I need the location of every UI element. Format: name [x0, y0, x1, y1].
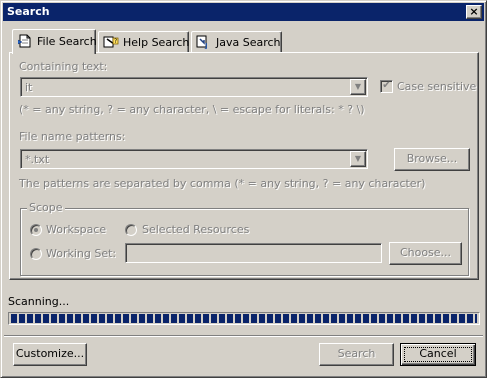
scan-progress-fill: [11, 314, 477, 323]
file-name-patterns-value: *.txt: [25, 153, 50, 166]
scanning-label: Scanning...: [8, 295, 70, 308]
radio-dot-icon: [34, 228, 38, 232]
containing-text-label: Containing text:: [19, 60, 108, 73]
tab-java-search[interactable]: J Java Search: [191, 31, 282, 52]
file-search-panel: Containing text: it ▼ ✔ Case sensitive (…: [9, 52, 479, 280]
containing-text-hint: (* = any string, ? = any character, \ = …: [19, 103, 365, 116]
chevron-down-icon[interactable]: ▼: [350, 151, 366, 167]
working-set-field[interactable]: [125, 243, 382, 263]
check-icon: ✔: [382, 80, 391, 91]
search-button[interactable]: Search: [319, 343, 394, 366]
title-bar[interactable]: Search ×: [3, 3, 484, 21]
tab-help-search-label: Help Search: [123, 36, 190, 49]
case-sensitive-label: Case sensitive: [397, 80, 477, 93]
tab-file-search-label: File Search: [37, 35, 97, 48]
browse-button-label: Browse...: [406, 152, 458, 165]
choose-button[interactable]: Choose...: [389, 242, 462, 265]
choose-button-label: Choose...: [399, 246, 452, 259]
containing-text-combo[interactable]: it ▼: [20, 77, 368, 97]
help-search-icon: ?: [103, 35, 119, 49]
containing-text-value: it: [25, 81, 33, 94]
patterns-hint: The patterns are separated by comma (* =…: [19, 177, 426, 190]
footer-separator: [4, 335, 483, 337]
svg-text:J: J: [204, 42, 208, 49]
tab-java-search-label: Java Search: [216, 36, 281, 49]
cancel-button[interactable]: Cancel: [400, 343, 476, 366]
search-button-label: Search: [337, 347, 376, 360]
close-icon: ×: [469, 5, 479, 18]
focus-ring: [404, 347, 472, 362]
tab-file-search[interactable]: File Search: [12, 29, 97, 54]
browse-button[interactable]: Browse...: [394, 148, 470, 171]
tab-help-search[interactable]: ? Help Search: [98, 31, 189, 52]
file-name-patterns-combo[interactable]: *.txt ▼: [20, 149, 368, 169]
selected-resources-radio[interactable]: [125, 224, 137, 236]
working-set-label: Working Set:: [46, 247, 117, 260]
file-name-patterns-label: File name patterns:: [19, 130, 126, 143]
selected-resources-label: Selected Resources: [142, 223, 250, 236]
working-set-radio[interactable]: [30, 248, 42, 260]
workspace-radio[interactable]: [30, 224, 42, 236]
close-button[interactable]: ×: [466, 5, 482, 19]
search-dialog: Search × File Search ? Help Search J Jav…: [0, 0, 487, 378]
window-title: Search: [7, 5, 50, 18]
scan-progress-bar: [8, 312, 480, 325]
java-search-icon: J: [196, 35, 212, 50]
scope-legend: Scope: [27, 201, 65, 214]
workspace-label: Workspace: [46, 223, 107, 236]
customize-button-label: Customize...: [15, 347, 85, 360]
file-search-icon: [17, 34, 33, 48]
chevron-down-icon[interactable]: ▼: [350, 79, 366, 95]
case-sensitive-checkbox[interactable]: ✔: [380, 80, 393, 93]
customize-button[interactable]: Customize...: [13, 343, 87, 366]
svg-text:?: ?: [114, 38, 117, 45]
scope-group: Scope Workspace Selected Resources Worki…: [20, 201, 469, 276]
